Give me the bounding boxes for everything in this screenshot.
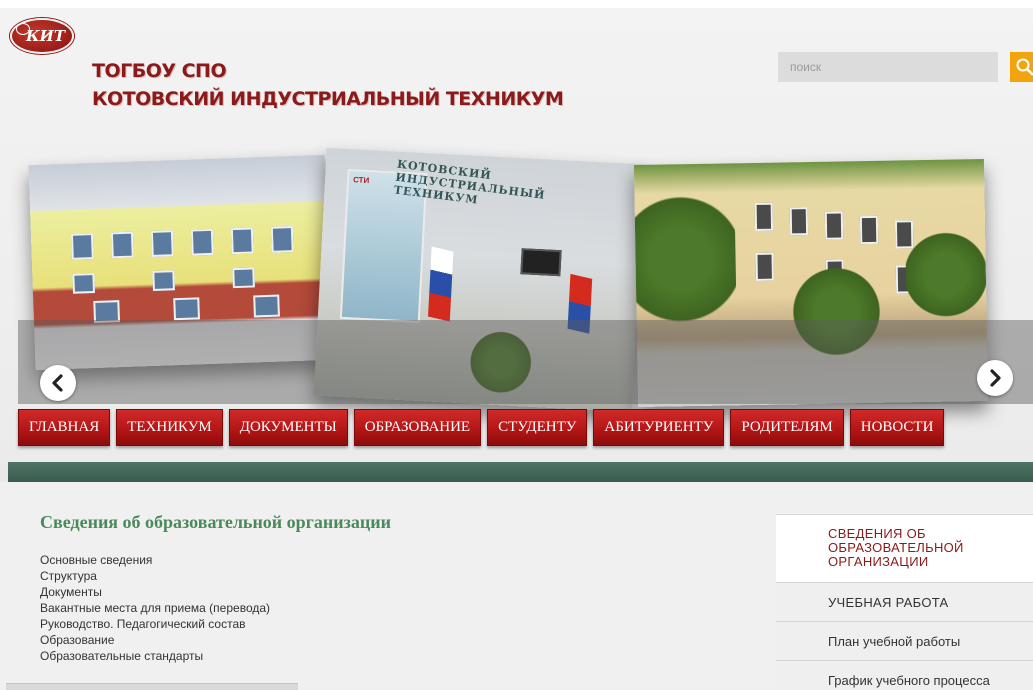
nav-item-parents[interactable]: РОДИТЕЛЯМ xyxy=(730,409,844,446)
org-name-title: КОТОВСКИЙ ИНДУСТРИАЛЬНЫЙ ТЕХНИКУМ xyxy=(92,88,564,110)
nav-item-news[interactable]: НОВОСТИ xyxy=(849,409,945,446)
slider-prev-button[interactable] xyxy=(40,365,76,401)
search-button[interactable] xyxy=(1010,52,1033,82)
link-standards[interactable]: Образовательные стандарты xyxy=(40,648,270,664)
slider-next-button[interactable] xyxy=(977,360,1013,396)
info-links-list: Основные сведения Структура Документы Ва… xyxy=(40,552,270,664)
nav-item-education[interactable]: ОБРАЗОВАНИЕ xyxy=(353,409,482,446)
search-icon xyxy=(1016,58,1033,76)
top-strip xyxy=(0,0,1033,8)
college-logo[interactable]: КИТ xyxy=(10,18,74,54)
side-item-work-plan[interactable]: План учебной работы xyxy=(776,621,1033,660)
site-header: КИТ ТОГБОУ СПО КОТОВСКИЙ ИНДУСТРИАЛЬНЫЙ … xyxy=(0,8,1033,463)
nav-item-college[interactable]: ТЕХНИКУМ xyxy=(116,409,223,446)
nav-item-applicant[interactable]: АБИТУРИЕНТУ xyxy=(593,409,725,446)
main-nav: ГЛАВНАЯ ТЕХНИКУМ ДОКУМЕНТЫ ОБРАЗОВАНИЕ С… xyxy=(18,409,945,447)
nav-item-home[interactable]: ГЛАВНАЯ xyxy=(18,409,111,446)
slider-overlay xyxy=(18,320,1033,404)
search-input[interactable] xyxy=(778,52,998,82)
side-item-schedule[interactable]: График учебного процесса xyxy=(776,660,1033,690)
side-item-org-info[interactable]: СВЕДЕНИЯ ОБ ОБРАЗОВАТЕЛЬНОЙ ОРГАНИЗАЦИИ xyxy=(776,514,1033,582)
link-structure[interactable]: Структура xyxy=(40,568,270,584)
side-item-academic-work[interactable]: УЧЕБНАЯ РАБОТА xyxy=(776,582,1033,621)
link-vacancies[interactable]: Вакантные места для приема (перевода) xyxy=(40,600,270,616)
board-label: СТИ xyxy=(352,175,370,186)
link-basic-info[interactable]: Основные сведения xyxy=(40,552,270,568)
russia-flag xyxy=(428,246,454,322)
link-staff[interactable]: Руководство. Педагогический состав xyxy=(40,616,270,632)
divider-band xyxy=(8,462,1033,482)
org-type-title: ТОГБОУ СПО xyxy=(92,60,227,82)
link-education[interactable]: Образование xyxy=(40,632,270,648)
chevron-right-icon xyxy=(990,369,1001,387)
nav-item-documents[interactable]: ДОКУМЕНТЫ xyxy=(228,409,348,446)
logo-text: КИТ xyxy=(26,27,65,45)
hall-board-title: КОТОВСКИЙ ИНДУСТРИАЛЬНЫЙ ТЕХНИКУМ xyxy=(393,157,547,207)
page-title: Сведения об образовательной организации xyxy=(40,512,391,532)
tv-screen xyxy=(520,248,562,277)
link-documents[interactable]: Документы xyxy=(40,584,270,600)
nav-item-student[interactable]: СТУДЕНТУ xyxy=(487,409,588,446)
side-menu: СВЕДЕНИЯ ОБ ОБРАЗОВАТЕЛЬНОЙ ОРГАНИЗАЦИИ … xyxy=(776,514,1033,690)
chevron-left-icon xyxy=(52,374,63,392)
horizontal-scrollbar[interactable] xyxy=(6,683,298,690)
